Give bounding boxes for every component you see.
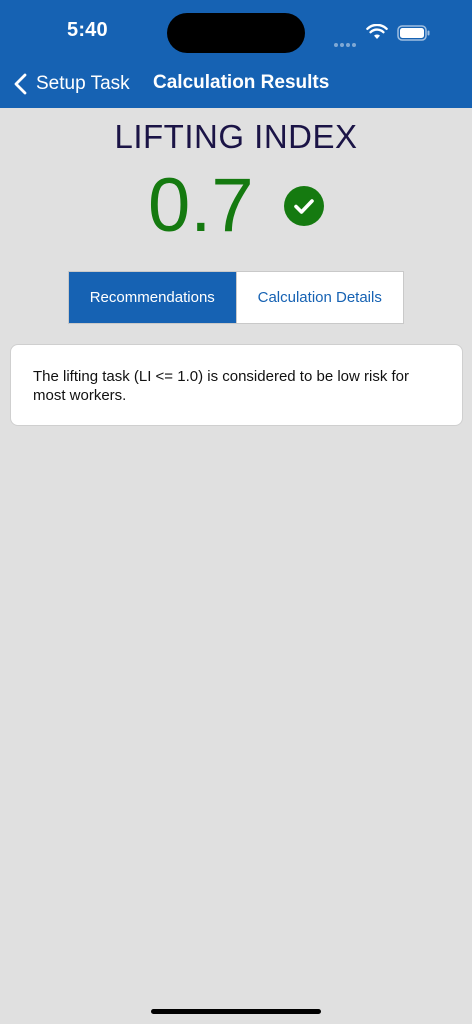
battery-icon bbox=[397, 25, 430, 41]
wifi-icon bbox=[366, 24, 388, 39]
back-label: Setup Task bbox=[36, 73, 130, 94]
dynamic-island bbox=[167, 13, 305, 53]
tab-recommendations[interactable]: Recommendations bbox=[69, 272, 236, 323]
app-screen: 5:40 Setup Task Calculation Results LIFT… bbox=[0, 0, 472, 1024]
recommendation-card: The lifting task (LI <= 1.0) is consider… bbox=[10, 344, 463, 426]
lifting-index-title: LIFTING INDEX bbox=[114, 118, 358, 155]
home-indicator[interactable] bbox=[151, 1009, 321, 1014]
tab-calculation-details[interactable]: Calculation Details bbox=[235, 272, 403, 323]
lifting-index-value: 0.7 bbox=[148, 163, 254, 248]
recommendation-text: The lifting task (LI <= 1.0) is consider… bbox=[33, 368, 410, 404]
results-tabs: Recommendations Calculation Details bbox=[68, 271, 404, 324]
header: 5:40 Setup Task Calculation Results bbox=[0, 0, 472, 108]
page-title: Calculation Results bbox=[153, 72, 330, 93]
signal-dots-icon bbox=[334, 34, 358, 52]
back-button[interactable]: Setup Task bbox=[12, 70, 130, 98]
status-time: 5:40 bbox=[67, 19, 108, 41]
checkmark-circle-icon bbox=[284, 186, 324, 226]
chevron-left-icon bbox=[14, 73, 27, 95]
